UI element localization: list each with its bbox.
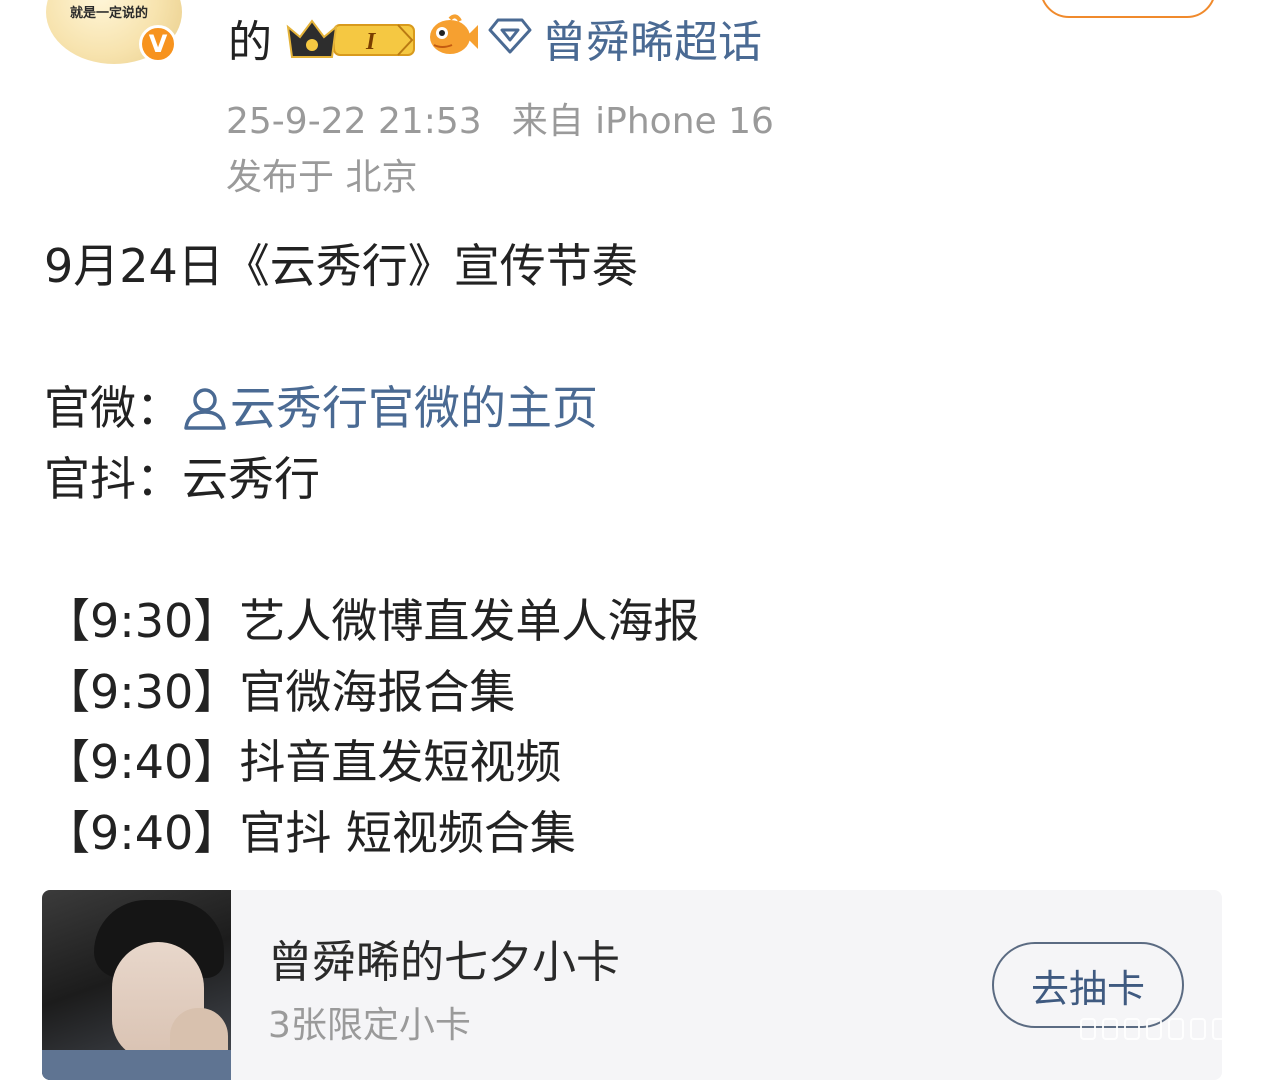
card-title: 曾舜晞的七夕小卡 xyxy=(268,937,620,988)
schedule-item: 【9:30】官微海报合集 xyxy=(44,656,515,722)
post-source: 来自 iPhone 16 xyxy=(511,101,774,142)
wei-label: 官微： xyxy=(44,381,182,435)
schedule-text: 抖音直发短视频 xyxy=(239,735,562,789)
follow-button[interactable] xyxy=(1040,0,1216,18)
schedule-time: 【9:30】 xyxy=(44,594,240,648)
post-location: 发布于 北京 xyxy=(226,157,418,198)
schedule-text: 艺人微博直发单人海报 xyxy=(239,594,700,648)
schedule-item: 【9:40】官抖 短视频合集 xyxy=(44,797,576,863)
wei-profile-link-text[interactable]: 云秀行官微的主页 xyxy=(230,381,598,435)
verified-badge-icon: V xyxy=(139,25,177,63)
schedule-item: 【9:30】艺人微博直发单人海报 xyxy=(44,585,699,651)
author-name[interactable]: 的 xyxy=(228,6,272,70)
diamond-icon[interactable] xyxy=(488,16,532,60)
post-time: 25-9-22 21:53 xyxy=(226,101,482,142)
crown-level-badge-icon[interactable]: I xyxy=(286,15,418,61)
post-line-dou: 官抖：云秀行 xyxy=(44,443,320,509)
avatar-caption: 就是一定说的 xyxy=(70,6,149,21)
card-subtitle: 3张限定小卡 xyxy=(268,1005,471,1046)
post-meta-line: 25-9-22 21:53 来自 iPhone 16 xyxy=(226,92,774,144)
schedule-item: 【9:40】抖音直发短视频 xyxy=(44,726,561,792)
dou-label: 官抖： xyxy=(44,452,182,506)
level-badge-text: I xyxy=(365,29,377,55)
wei-profile-link[interactable]: 云秀行官微的主页 xyxy=(182,381,598,435)
schedule-time: 【9:30】 xyxy=(44,665,240,719)
author-name-line: 的 I 曾舜晞超话 xyxy=(228,8,762,68)
draw-card-button[interactable]: 去抽卡 xyxy=(992,942,1184,1028)
user-icon xyxy=(184,388,226,430)
fish-badge-icon[interactable] xyxy=(426,13,478,63)
dou-value: 云秀行 xyxy=(182,452,320,506)
post-line-wei: 官微： 云秀行官微的主页 xyxy=(44,372,598,438)
schedule-time: 【9:40】 xyxy=(44,806,240,860)
promo-card[interactable]: 曾舜晞的七夕小卡 3张限定小卡 去抽卡 xyxy=(42,890,1222,1080)
watermark-icon xyxy=(1080,1018,1228,1040)
schedule-time: 【9:40】 xyxy=(44,735,240,789)
post-title: 9月24日《云秀行》宣传节奏 xyxy=(44,239,638,293)
schedule-text: 官微海报合集 xyxy=(239,665,516,719)
supertopic-link[interactable]: 曾舜晞超话 xyxy=(542,6,762,70)
card-thumbnail-image xyxy=(42,890,231,1080)
schedule-text: 官抖 短视频合集 xyxy=(239,806,576,860)
